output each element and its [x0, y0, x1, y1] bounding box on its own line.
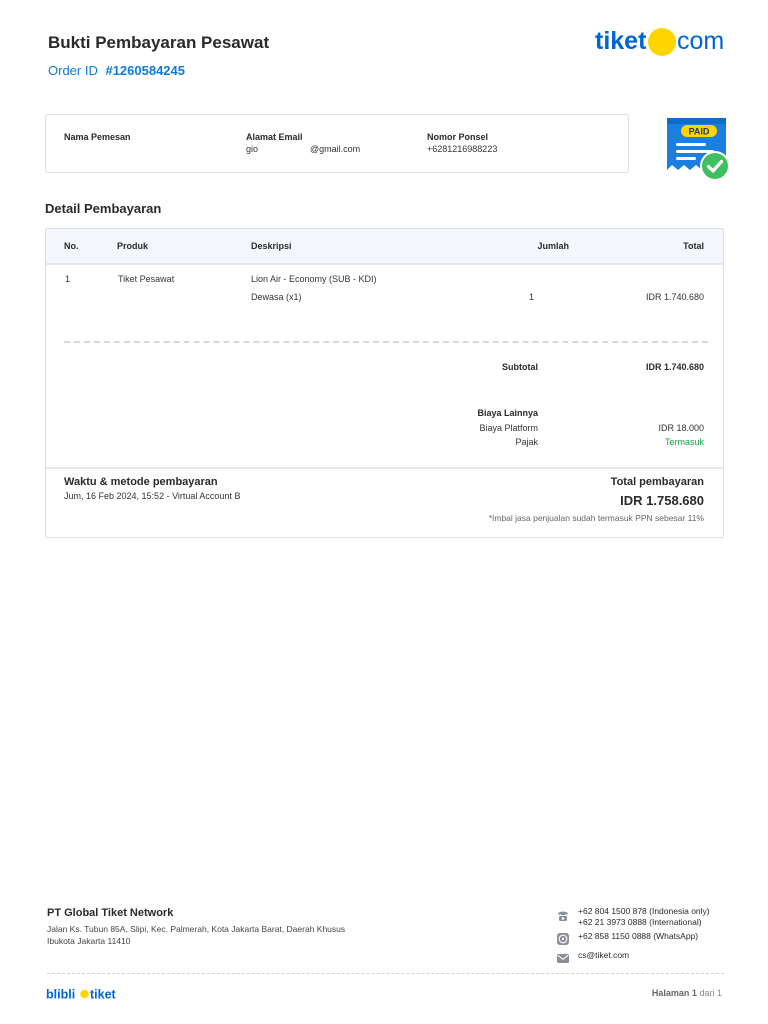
paid-text: PAID	[689, 127, 710, 137]
row-product: Tiket Pesawat	[118, 274, 175, 284]
page-of: dari	[699, 988, 715, 998]
row-no: 1	[65, 274, 71, 284]
tax-label: Pajak	[515, 437, 538, 447]
customer-name-label: Nama Pemesan	[64, 132, 131, 142]
subtotal-label: Subtotal	[502, 362, 538, 372]
subtotal-value: IDR 1.740.680	[645, 362, 704, 372]
order-id-label: Order ID	[48, 63, 98, 78]
tax-value: Termasuk	[664, 437, 704, 447]
other-fees-label: Biaya Lainnya	[477, 408, 538, 418]
summary-divider	[46, 467, 723, 469]
order-id-value: #1260584245	[105, 63, 185, 78]
platform-fee-label: Biaya Platform	[479, 423, 538, 433]
footer-divider	[47, 973, 724, 974]
total-payment-value: IDR 1.758.680	[620, 493, 704, 508]
logo-suffix: com	[677, 27, 724, 55]
whatsapp-number[interactable]: +62 858 1150 0888 (WhatsApp)	[578, 931, 698, 942]
page-title: Bukti Pembayaran Pesawat	[48, 33, 270, 52]
footer-logo-blibli: blibli	[46, 988, 75, 1002]
blibli-tiket-logo: blibli tiket	[46, 988, 117, 1002]
company-name: PT Global Tiket Network	[47, 907, 174, 919]
payment-detail-table: No. Produk Deskripsi Jumlah Total 1 Tike…	[45, 228, 724, 538]
page-total: 1	[716, 988, 722, 998]
row-total: IDR 1.740.680	[645, 292, 704, 302]
logo-text: tiket	[595, 27, 647, 55]
page-current: 1	[691, 988, 697, 998]
page-indicator: Halaman 1 dari 1	[652, 988, 722, 998]
dashed-divider	[64, 341, 708, 343]
tiket-logo: tiket com	[595, 27, 724, 56]
page-label: Halaman	[651, 988, 690, 998]
footer-logo-tiket: tiket	[90, 988, 117, 1002]
column-header-description: Deskripsi	[251, 241, 292, 251]
customer-email-value: gio @gmail.com	[246, 144, 360, 154]
payment-detail-title: Detail Pembayaran	[45, 201, 162, 216]
email-icon	[557, 954, 569, 963]
customer-info-box: Nama Pemesan Alamat Email gio @gmail.com …	[45, 114, 629, 173]
phone-indonesia[interactable]: +62 804 1500 878 (Indonesia only)	[578, 906, 710, 917]
customer-phone-label: Nomor Ponsel	[427, 132, 489, 142]
customer-email: Alamat Email gio @gmail.com	[246, 132, 360, 154]
customer-email-label: Alamat Email	[246, 132, 303, 142]
company-address: Jalan Ks. Tubun 85A, Slipi, Kec. Palmera…	[47, 924, 346, 946]
paid-receipt-check-icon: PAID	[667, 118, 730, 181]
row-description: Lion Air - Economy (SUB - KDI)	[251, 274, 377, 284]
support-email[interactable]: cs@tiket.com	[578, 950, 629, 961]
whatsapp-icon	[557, 933, 569, 945]
column-header-product: Produk	[117, 241, 149, 251]
payment-datetime-method: Jum, 16 Feb 2024, 15:52 - Virtual Accoun…	[64, 491, 241, 501]
column-header-no: No.	[64, 241, 79, 251]
platform-fee-value: IDR 18.000	[658, 423, 704, 433]
row-passenger-type: Dewasa (x1)	[251, 292, 302, 302]
column-header-quantity: Jumlah	[537, 241, 569, 251]
customer-phone: Nomor Ponsel +6281216988223	[427, 132, 497, 154]
customer-phone-value: +6281216988223	[427, 144, 498, 154]
table-header: No. Produk Deskripsi Jumlah Total	[46, 229, 723, 265]
tax-note: *Imbal jasa penjualan sudah termasuk PPN…	[488, 513, 704, 523]
order-id: Order ID #1260584245	[48, 63, 185, 78]
logo-dot	[648, 28, 676, 56]
payment-method-title: Waktu & metode pembayaran	[64, 476, 218, 488]
total-payment-label: Total pembayaran	[610, 476, 704, 488]
customer-email-domain: @gmail.com	[310, 144, 361, 154]
row-quantity: 1	[528, 292, 534, 302]
phone-icon	[558, 911, 568, 921]
customer-name: Nama Pemesan	[64, 132, 131, 144]
column-header-total: Total	[683, 241, 704, 251]
footer-logo-dot	[80, 989, 89, 999]
phone-international[interactable]: +62 21 3973 0888 (International)	[578, 917, 710, 928]
customer-email-user: gio	[246, 144, 259, 154]
